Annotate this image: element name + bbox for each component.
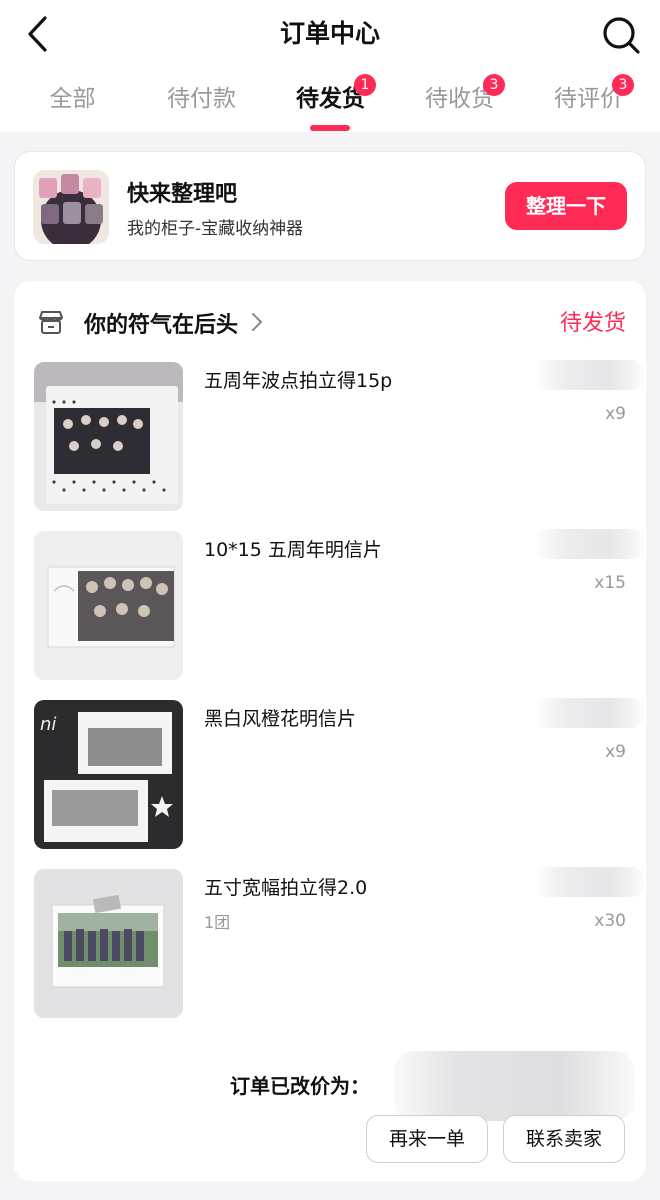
- total-price-label: 订单已改价为：: [230, 1074, 370, 1098]
- product-quantity: x30: [594, 911, 626, 931]
- tab-label: 待付款: [167, 86, 236, 112]
- product-quantity: x9: [605, 742, 626, 762]
- redacted-total-price: [394, 1051, 634, 1121]
- order-item[interactable]: ni 黑白风橙花明信片 x9: [34, 698, 644, 850]
- order-tabs: 全部 待付款 待发货 1 待收货 3 待评价 3: [0, 74, 660, 132]
- storage-promo-card[interactable]: 快来整理吧 我的柜子-宝藏收纳神器 整理一下: [14, 151, 646, 261]
- product-name: 10*15 五周年明信片: [204, 539, 382, 561]
- store-icon: [39, 311, 63, 334]
- product-quantity: x15: [594, 573, 626, 593]
- order-item[interactable]: 五寸宽幅拍立得2.0 1团 x30: [34, 867, 644, 1019]
- tab-all[interactable]: 全部: [8, 74, 137, 124]
- redacted-price: [534, 698, 644, 728]
- tab-pending-receipt[interactable]: 待收货 3: [395, 74, 524, 124]
- product-name: 五寸宽幅拍立得2.0: [204, 877, 368, 899]
- chevron-right-icon[interactable]: [250, 311, 264, 333]
- tab-pending-payment[interactable]: 待付款: [137, 74, 266, 124]
- active-tab-indicator: [310, 125, 350, 131]
- tab-pending-review[interactable]: 待评价 3: [524, 74, 653, 124]
- product-thumbnail: [34, 362, 183, 511]
- tab-badge: 3: [483, 74, 505, 96]
- search-button[interactable]: [600, 14, 642, 56]
- page-title: 订单中心: [279, 19, 380, 48]
- header: 订单中心 全部 待付款 待发货 1 待收货 3 待评价 3: [0, 0, 660, 132]
- reorder-button[interactable]: 再来一单: [366, 1115, 488, 1163]
- tab-badge: 1: [354, 74, 376, 96]
- svg-text:ni: ni: [40, 714, 56, 735]
- promo-title: 快来整理吧: [127, 182, 238, 207]
- order-status: 待发货: [559, 311, 626, 336]
- product-name: 五周年波点拍立得15p: [204, 370, 393, 392]
- redacted-price: [534, 529, 644, 559]
- promo-subtitle: 我的柜子-宝藏收纳神器: [127, 219, 304, 239]
- product-thumbnail: [34, 869, 183, 1018]
- order-card: 你的符气在后头 待发货 五周年波点拍立得15p x9 10*15 五周年明信片 …: [14, 281, 646, 1181]
- organize-button[interactable]: 整理一下: [505, 182, 627, 230]
- product-quantity: x9: [605, 404, 626, 424]
- store-name[interactable]: 你的符气在后头: [84, 307, 238, 339]
- search-icon: [603, 17, 640, 54]
- tab-badge: 3: [612, 74, 634, 96]
- product-name: 黑白风橙花明信片: [204, 708, 357, 730]
- product-thumbnail: ni: [34, 700, 183, 849]
- order-item[interactable]: 五周年波点拍立得15p x9: [34, 360, 644, 512]
- tab-pending-shipment[interactable]: 待发货 1: [266, 74, 395, 124]
- contact-seller-button[interactable]: 联系卖家: [503, 1115, 625, 1163]
- promo-image: [33, 170, 109, 244]
- product-thumbnail: [34, 531, 183, 680]
- redacted-price: [534, 360, 644, 390]
- order-item[interactable]: 10*15 五周年明信片 x15: [34, 529, 644, 681]
- product-spec: 1团: [204, 913, 231, 932]
- tab-label: 全部: [49, 86, 96, 112]
- redacted-price: [534, 867, 644, 897]
